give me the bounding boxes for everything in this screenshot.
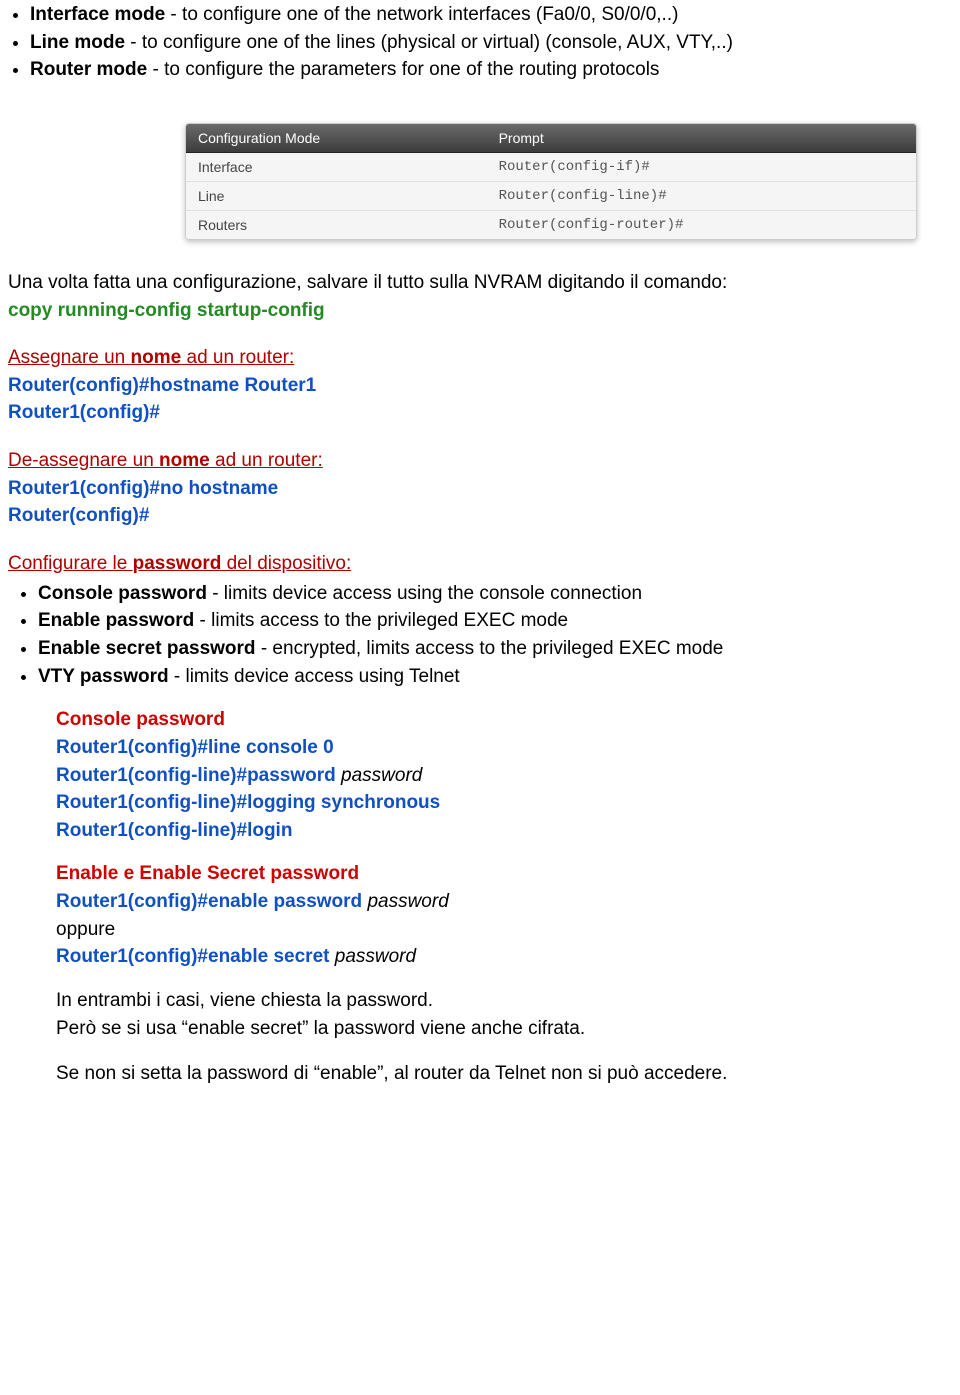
mode-name: Router mode: [30, 59, 147, 80]
enable-password-block: Enable e Enable Secret password Router1(…: [56, 861, 952, 970]
cmd-line: Router1(config)#no hostname: [8, 476, 952, 502]
notes-block: In entrambi i casi, viene chiesta la pas…: [56, 988, 952, 1087]
cmd-line: Router1(config-line)#password password: [56, 763, 952, 789]
table-cell: Line: [186, 181, 487, 210]
note-text: Se non si setta la password di “enable”,…: [56, 1061, 952, 1087]
table-cell: Router(config-router)#: [487, 210, 916, 239]
mode-list: Interface mode - to configure one of the…: [30, 2, 960, 83]
console-password-block: Console password Router1(config)#line co…: [56, 707, 952, 843]
heading-link: Configurare le password del dispositivo:: [8, 553, 351, 574]
copy-command: copy running-config startup-config: [8, 300, 325, 321]
block-title: Console password: [56, 707, 952, 733]
list-item: Enable password - limits access to the p…: [38, 608, 952, 634]
list-item: VTY password - limits device access usin…: [38, 664, 952, 690]
heading-link: De-assegnare un nome ad un router:: [8, 450, 323, 471]
cmd-line: Router1(config-line)#logging synchronous: [56, 790, 952, 816]
config-password-heading: Configurare le password del dispositivo:: [8, 551, 952, 577]
note-text: Però se si usa “enable secret” la passwo…: [56, 1016, 952, 1042]
cmd-line: Router1(config)#: [8, 400, 952, 426]
cmd-line: Router1(config)#line console 0: [56, 735, 952, 761]
table-cell: Routers: [186, 210, 487, 239]
save-config-text: Una volta fatta una configurazione, salv…: [8, 270, 952, 296]
list-item: Interface mode - to configure one of the…: [30, 2, 960, 28]
table-cell: Router(config-line)#: [487, 181, 916, 210]
cmd-line: Router(config)#hostname Router1: [8, 373, 952, 399]
password-types-list: Console password - limits device access …: [38, 581, 952, 690]
mode-desc: - to configure one of the network interf…: [165, 4, 678, 25]
table-row: Line Router(config-line)#: [186, 181, 916, 210]
heading-link: Assegnare un nome ad un router:: [8, 347, 294, 368]
table-row: Routers Router(config-router)#: [186, 210, 916, 239]
list-item: Line mode - to configure one of the line…: [30, 30, 960, 56]
table-row: Interface Router(config-if)#: [186, 152, 916, 181]
assign-name-heading: Assegnare un nome ad un router:: [8, 345, 952, 371]
config-mode-table: Configuration Mode Prompt Interface Rout…: [185, 123, 917, 240]
cmd-line: Router(config)#: [8, 503, 952, 529]
table-header: Configuration Mode: [186, 124, 487, 153]
note-text: In entrambi i casi, viene chiesta la pas…: [56, 988, 952, 1014]
cmd-line: Router1(config)#enable secret password: [56, 944, 952, 970]
list-item: Router mode - to configure the parameter…: [30, 57, 960, 83]
mode-desc: - to configure the parameters for one of…: [147, 59, 659, 80]
mode-name: Line mode: [30, 32, 125, 53]
mode-desc: - to configure one of the lines (physica…: [125, 32, 733, 53]
block-title: Enable e Enable Secret password: [56, 861, 952, 887]
table-cell: Router(config-if)#: [487, 152, 916, 181]
mode-name: Interface mode: [30, 4, 165, 25]
oppure-text: oppure: [56, 917, 952, 943]
table-cell: Interface: [186, 152, 487, 181]
deassign-name-heading: De-assegnare un nome ad un router:: [8, 448, 952, 474]
table-header: Prompt: [487, 124, 916, 153]
cmd-line: Router1(config-line)#login: [56, 818, 952, 844]
cmd-line: Router1(config)#enable password password: [56, 889, 952, 915]
list-item: Console password - limits device access …: [38, 581, 952, 607]
list-item: Enable secret password - encrypted, limi…: [38, 636, 952, 662]
